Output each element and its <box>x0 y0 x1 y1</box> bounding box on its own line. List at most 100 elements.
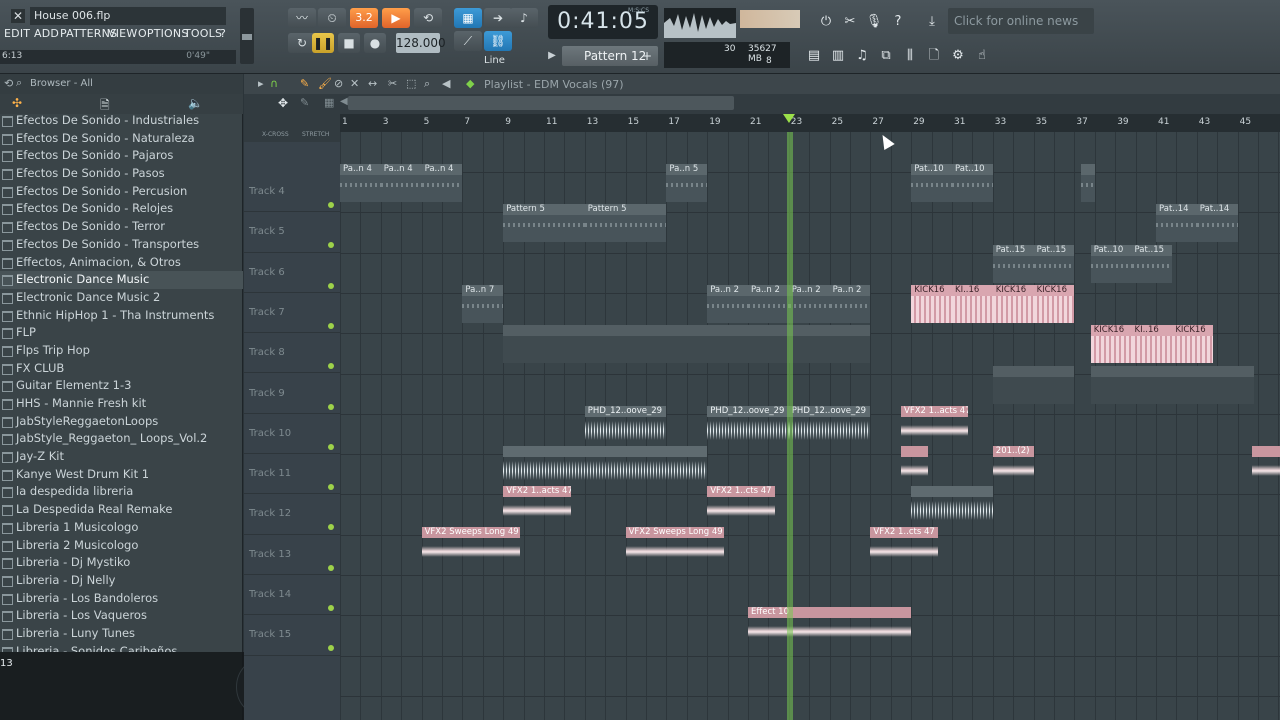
playlist-clip[interactable]: Pa..n 2 <box>829 284 871 323</box>
speaker-icon[interactable]: 🔈 <box>188 96 203 110</box>
search-icon[interactable]: ⌕ <box>16 76 22 90</box>
browser-folder[interactable]: Libreria - Los Vaqueros <box>0 607 243 625</box>
playlist-clip[interactable]: Pa..n 2 <box>707 284 748 323</box>
piano-roll-icon[interactable]: ♫ <box>852 46 872 66</box>
playlist-clip[interactable]: VFX2 Sweeps Long 49 <box>421 526 520 565</box>
browser-folder[interactable]: FLP <box>0 324 243 342</box>
browser-folder[interactable]: HHS - Mannie Fresh kit <box>0 395 243 413</box>
playlist-clip[interactable]: Pat..15 <box>1033 244 1075 283</box>
channel-rack-icon[interactable]: ▥ <box>828 46 848 66</box>
metronome-icon[interactable]: ⏲ <box>318 8 346 28</box>
record-icon[interactable]: ● <box>364 33 386 53</box>
browser-folder[interactable]: Libreria - Dj Mystiko <box>0 554 243 572</box>
playlist-clip[interactable]: KI..16 <box>1131 325 1173 364</box>
draw-tool-icon[interactable]: ✎ <box>300 77 309 90</box>
playlist-clip[interactable]: KICK16 <box>1172 325 1214 364</box>
playlist-icon[interactable]: ▤ <box>804 46 824 66</box>
touch-icon[interactable]: ☝ <box>972 46 992 66</box>
playlist-clip[interactable]: VFX2 1..acts 47 <box>901 405 969 444</box>
playlist-clip[interactable]: Pat..15 <box>1131 244 1173 283</box>
playlist-clip[interactable] <box>992 365 1075 404</box>
track-mute-led-icon[interactable] <box>328 484 334 491</box>
track-mute-led-icon[interactable] <box>328 363 334 370</box>
browser-folder[interactable]: Efectos De Sonido - Naturaleza <box>0 130 243 148</box>
select-tool-icon[interactable]: ⬚ <box>406 77 416 90</box>
menu-options[interactable]: OPTIONS <box>138 27 189 40</box>
snap-select[interactable]: Line <box>484 55 505 66</box>
browser-folder[interactable]: Flps Trip Hop <box>0 342 243 360</box>
playlist-clip[interactable]: Pattern 5 <box>503 204 585 243</box>
track-header[interactable]: Track 9 <box>244 374 340 414</box>
browser-folder[interactable]: Efectos De Sonido - Pajaros <box>0 147 243 165</box>
scroll-left-icon[interactable]: ◀ <box>340 96 348 107</box>
browser-folder[interactable]: Libreria 1 Musicologo <box>0 519 243 537</box>
browser-folder[interactable]: Efectos De Sonido - Relojes <box>0 200 243 218</box>
browser-folder[interactable]: Electronic Dance Music <box>0 271 243 289</box>
playlist-clip[interactable]: PHD_12..oove_29 <box>788 405 871 444</box>
track-header[interactable]: Track 4 <box>244 172 340 213</box>
playlist-clip[interactable]: VFX2 1..cts 47 <box>870 526 938 565</box>
menu-add[interactable]: ADD <box>34 27 59 40</box>
playlist-clip[interactable]: Pat..10 <box>1090 244 1132 283</box>
playlist-clip[interactable]: Pa..n 2 <box>788 284 830 323</box>
playlist-clip[interactable]: Pat..14 <box>1156 204 1197 243</box>
playlist-clip[interactable]: VFX2 Sweeps Long 49 <box>625 526 724 565</box>
track-mute-led-icon[interactable] <box>328 443 334 450</box>
browser-folder[interactable]: Efectos De Sonido - Transportes <box>0 236 243 254</box>
arrow-icon[interactable]: ▸ <box>258 77 264 90</box>
delete-tool-icon[interactable]: ⊘ <box>334 77 343 90</box>
track-header[interactable]: Track 10 <box>244 414 340 455</box>
track-header[interactable]: Track 15 <box>244 615 340 656</box>
browser-folder[interactable]: Libreria - Los Bandoleros <box>0 590 243 608</box>
track-mute-led-icon[interactable] <box>328 322 334 329</box>
browser-folder[interactable]: Efectos De Sonido - Pasos <box>0 165 243 183</box>
track-header[interactable]: Track 6 <box>244 253 340 293</box>
browser-folder[interactable]: Jay-Z Kit <box>0 448 243 466</box>
playlist-clip[interactable]: Pattern 5 <box>584 204 667 243</box>
browser-folder[interactable]: Libreria 2 Musicologo <box>0 537 243 555</box>
link-icon[interactable]: ⛓ <box>484 31 512 51</box>
timeline-ruler[interactable]: 1 3 5 7 9 11 13 15 17 19 21 23 25 27 29 31 33 35 37 39 41 43 4… <box>340 114 1280 132</box>
magnet-icon[interactable]: ∩ <box>270 77 278 90</box>
playlist-clip[interactable]: Pat..15 <box>992 244 1034 283</box>
playlist-clip[interactable]: 201..(2) <box>992 446 1034 485</box>
help-icon[interactable]: ? <box>888 12 908 32</box>
playlist-clip[interactable]: KICK16 <box>992 284 1034 323</box>
browser-folder[interactable]: Effectos, Animacion, & Otros <box>0 254 243 272</box>
menu-edit[interactable]: EDIT <box>4 27 30 40</box>
playlist-clip[interactable]: Pa..n 2 <box>748 284 789 323</box>
loop-record-icon[interactable]: ⟲ <box>414 8 442 28</box>
track-mute-led-icon[interactable] <box>328 282 334 289</box>
playlist-clip[interactable] <box>1080 164 1095 202</box>
plugin-icon[interactable]: ⚙ <box>948 46 968 66</box>
grid-icon[interactable]: ▦ <box>324 96 334 109</box>
playlist-clip[interactable]: Pat..14 <box>1196 204 1238 243</box>
menu-help[interactable]: ? <box>220 27 226 40</box>
playlist-clip[interactable]: Pa..n 4 <box>421 164 463 202</box>
snap-tool-icon[interactable]: ⟋ <box>454 31 482 51</box>
track-mute-led-icon[interactable] <box>328 564 334 571</box>
menu-view[interactable]: VIEW <box>108 27 137 40</box>
track-mute-led-icon[interactable] <box>328 524 334 531</box>
step-edit-icon[interactable]: ▦ <box>454 8 482 28</box>
playlist-clip[interactable]: Pa..n 4 <box>340 164 381 202</box>
track-header[interactable]: Track 12 <box>244 494 340 535</box>
playlist-clip[interactable]: PHD_12..oove_29 <box>584 405 667 444</box>
slice-tool-icon[interactable]: ✂ <box>388 77 397 90</box>
mute-tool-icon[interactable]: ✕ <box>350 77 359 90</box>
track-header[interactable]: Track 13 <box>244 535 340 575</box>
track-header[interactable]: Track 5 <box>244 212 340 253</box>
blend-notes-icon[interactable]: ♪ <box>510 8 538 28</box>
browser-menu-icon[interactable]: ⟲ <box>4 77 13 90</box>
pen-icon[interactable]: ✎ <box>300 96 309 109</box>
track-mute-led-icon[interactable] <box>328 202 334 208</box>
playlist-clip[interactable] <box>911 486 993 525</box>
menu-tools[interactable]: TOOLS <box>184 27 222 40</box>
scissors-icon[interactable]: ✂ <box>840 12 860 32</box>
playlist-clip[interactable]: VFX2 1..cts 47 <box>707 486 775 525</box>
waveform-icon[interactable]: 〰 <box>288 8 316 28</box>
browser-folder[interactable]: Guitar Elementz 1-3 <box>0 377 243 395</box>
playlist-clip[interactable]: Pat..10 <box>911 164 952 202</box>
close-icon[interactable]: ✕ <box>11 9 25 23</box>
browser-folder[interactable]: Libreria - Luny Tunes <box>0 625 243 643</box>
